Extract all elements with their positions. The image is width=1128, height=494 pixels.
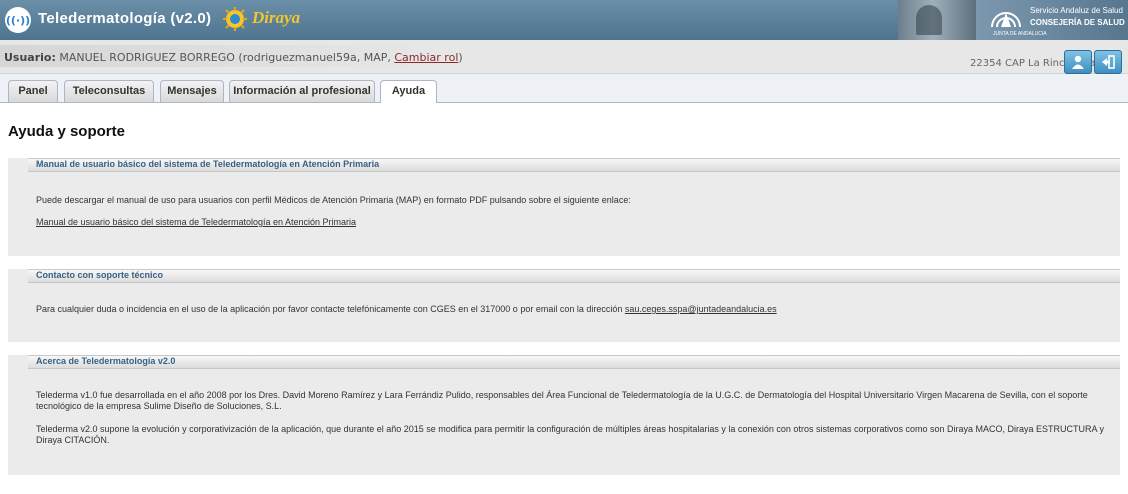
logout-button[interactable] — [1094, 50, 1122, 74]
user-icon — [1072, 55, 1084, 69]
consejeria-name: CONSEJERÍA DE SALUD — [1030, 18, 1125, 27]
diraya-logo-text: Diraya — [252, 8, 301, 27]
contact-section: Contacto con soporte técnico Para cualqu… — [8, 269, 1120, 342]
manual-description: Puede descargar el manual de uso para us… — [36, 195, 631, 205]
manual-download-link[interactable]: Manual de usuario básico del sistema de … — [36, 217, 356, 227]
sas-name: Servicio Andaluz de Salud — [1030, 6, 1123, 15]
user-label: Usuario: — [4, 51, 56, 64]
user-bar: Usuario: MANUEL RODRIGUEZ BORREGO (rodri… — [0, 40, 1128, 74]
tab-teleconsultas[interactable]: Teleconsultas — [64, 80, 154, 102]
diraya-sun-icon — [223, 7, 247, 31]
change-role-link[interactable]: Cambiar rol — [394, 51, 458, 64]
user-name: MANUEL RODRIGUEZ BORREGO (rodriguezmanue… — [59, 51, 391, 64]
page-title: Ayuda y soporte — [8, 123, 125, 140]
manual-section: Manual de usuario básico del sistema de … — [8, 158, 1120, 256]
top-header: ((·)) Teledermatología (v2.0) Diraya JUN… — [0, 0, 1128, 40]
header-photo — [898, 0, 976, 40]
support-email-link[interactable]: sau.ceges.sspa@juntadeandalucia.es — [625, 304, 777, 314]
section-header — [28, 269, 1120, 283]
about-section-title: Acerca de Teledermatología v2.0 — [36, 356, 176, 366]
tab-panel[interactable]: Panel — [8, 80, 58, 102]
contact-section-title: Contacto con soporte técnico — [36, 270, 164, 280]
sas-logo-icon — [991, 12, 1021, 28]
tab-informacion-profesional[interactable]: Información al profesional — [229, 80, 375, 102]
app-title: Teledermatología (v2.0) — [38, 10, 212, 27]
app-logo-icon: ((·)) — [5, 7, 31, 33]
user-info: Usuario: MANUEL RODRIGUEZ BORREGO (rodri… — [4, 51, 463, 64]
section-header — [28, 355, 1120, 369]
tab-ayuda[interactable]: Ayuda — [380, 80, 437, 103]
junta-label: JUNTA DE ANDALUCIA — [993, 31, 1047, 37]
sas-branding: JUNTA DE ANDALUCIA Servicio Andaluz de S… — [976, 0, 1128, 40]
main-tabs: Panel Teleconsultas Mensajes Información… — [0, 74, 1128, 103]
tab-mensajes[interactable]: Mensajes — [160, 80, 224, 102]
about-paragraph-1: Telederma v1.0 fue desarrollada en el añ… — [36, 390, 1088, 411]
manual-section-title: Manual de usuario básico del sistema de … — [36, 159, 380, 169]
about-section: Acerca de Teledermatología v2.0 Telederm… — [8, 355, 1120, 475]
logout-icon — [1102, 55, 1115, 69]
contact-description: Para cualquier duda o incidencia en el u… — [36, 304, 777, 314]
about-paragraph-2: Telederma v2.0 supone la evolución y cor… — [36, 424, 1105, 445]
profile-button[interactable] — [1064, 50, 1092, 74]
